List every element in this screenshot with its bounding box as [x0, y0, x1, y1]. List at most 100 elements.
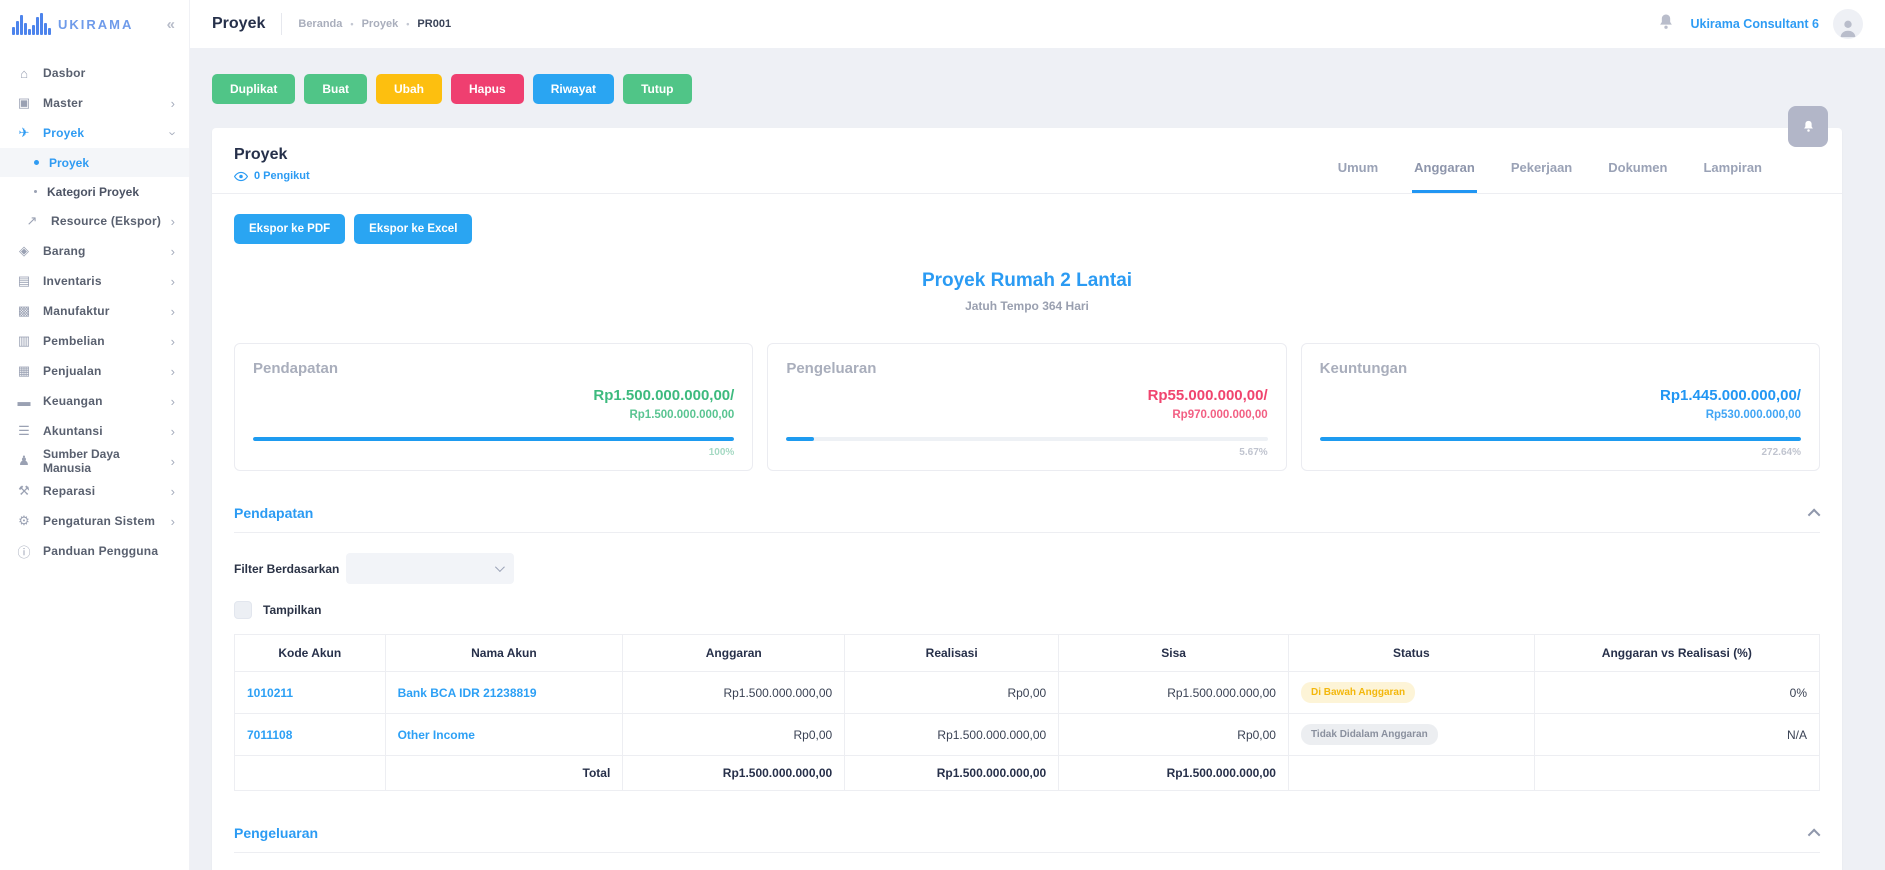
- buat-button[interactable]: Buat: [304, 74, 368, 104]
- tab-dokumen[interactable]: Dokumen: [1606, 146, 1669, 193]
- box-icon: ◈: [19, 243, 29, 258]
- sidebar-subitem-kategori-proyek[interactable]: Kategori Proyek: [0, 177, 189, 206]
- sidebar-item-keuangan[interactable]: ▬ Keuangan ›: [0, 386, 189, 416]
- chevron-right-icon: ›: [170, 303, 175, 319]
- account-code-link[interactable]: 1010211: [234, 671, 386, 714]
- summary-cards: Pendapatan Rp1.500.000.000,00/ Rp1.500.0…: [234, 343, 1820, 471]
- sidebar-collapse-icon[interactable]: «: [167, 16, 175, 33]
- filter-label: Filter Berdasarkan: [234, 561, 340, 576]
- account-code-link[interactable]: 7011108: [234, 713, 386, 756]
- export-excel-button[interactable]: Ekspor ke Excel: [354, 214, 473, 244]
- tutup-button[interactable]: Tutup: [623, 74, 692, 104]
- home-icon: ⌂: [20, 65, 28, 81]
- sidebar-item-sumber-daya-manusia[interactable]: ♟ Sumber Daya Manusia ›: [0, 446, 189, 476]
- sidebar-item-pengaturan-sistem[interactable]: ⚙ Pengaturan Sistem ›: [0, 506, 189, 536]
- chevron-right-icon: ›: [170, 453, 175, 469]
- breadcrumb-current: PR001: [417, 18, 452, 30]
- chevron-down-icon: ›: [165, 130, 181, 136]
- sidebar-item-inventaris[interactable]: ▤ Inventaris ›: [0, 266, 189, 296]
- chevron-right-icon: ›: [170, 95, 175, 111]
- chevron-right-icon: ›: [170, 423, 175, 439]
- gear-icon: ⚙: [18, 513, 30, 528]
- project-panel: Proyek 0 Pengikut Umum Anggaran Pekerjaa…: [212, 106, 1842, 870]
- status-badge: Tidak Didalam Anggaran: [1300, 724, 1438, 745]
- follow-bell-button[interactable]: [1788, 106, 1828, 147]
- avatar[interactable]: [1833, 9, 1863, 39]
- card-percent: 100%: [708, 447, 735, 458]
- bullet-icon: [34, 190, 37, 193]
- card-percent: 272.64%: [1761, 447, 1801, 458]
- card-pendapatan: Pendapatan Rp1.500.000.000,00/ Rp1.500.0…: [234, 343, 754, 471]
- account-name-link[interactable]: Bank BCA IDR 21238819: [384, 671, 624, 714]
- card-pengeluaran: Pengeluaran Rp55.000.000,00/ Rp970.000.0…: [767, 343, 1287, 471]
- sidebar-item-reparasi[interactable]: ⚒ Reparasi ›: [0, 476, 189, 506]
- chevron-right-icon: ›: [170, 513, 175, 529]
- chevron-right-icon: ›: [170, 363, 175, 379]
- card-value: Rp1.500.000.000,00/: [593, 387, 735, 404]
- pendapatan-table: Kode Akun Nama Akun Anggaran Realisasi S…: [234, 634, 1821, 791]
- sidebar-item-master[interactable]: ▣ Master ›: [0, 88, 189, 118]
- page-title: Proyek: [212, 15, 266, 32]
- tab-anggaran[interactable]: Anggaran: [1412, 146, 1477, 193]
- section-title: Pendapatan: [234, 505, 314, 521]
- record-actions: Duplikat Buat Ubah Hapus Riwayat Tutup: [212, 74, 1885, 104]
- info-icon: ⓘ: [17, 544, 31, 560]
- sidebar-item-manufaktur[interactable]: ▩ Manufaktur ›: [0, 296, 189, 326]
- card-value: Rp55.000.000,00/: [1147, 387, 1268, 404]
- sidebar-item-resource-ekspor[interactable]: ↗ Resource (Ekspor) ›: [0, 206, 189, 236]
- breadcrumb: Beranda • Proyek • PR001: [298, 18, 451, 30]
- breadcrumb-beranda[interactable]: Beranda: [298, 18, 342, 30]
- tab-pekerjaan[interactable]: Pekerjaan: [1509, 146, 1574, 193]
- section-pengeluaran: Pengeluaran Filter Berdasarkan Tampilkan…: [234, 825, 1821, 870]
- breadcrumb-proyek[interactable]: Proyek: [362, 18, 399, 30]
- factory-icon: ▩: [17, 303, 31, 318]
- hapus-button[interactable]: Hapus: [451, 74, 524, 104]
- tab-umum[interactable]: Umum: [1336, 146, 1380, 193]
- notification-bell-icon[interactable]: [1656, 12, 1676, 37]
- person-icon: ♟: [18, 453, 30, 468]
- followers[interactable]: 0 Pengikut: [234, 170, 310, 182]
- sidebar-item-pembelian[interactable]: ▥ Pembelian ›: [0, 326, 189, 356]
- eye-icon: [234, 171, 248, 181]
- collapse-chevron-icon[interactable]: [1807, 828, 1821, 841]
- sidebar-item-proyek[interactable]: ✈ Proyek ›: [0, 118, 189, 148]
- inventory-icon: ▤: [17, 273, 31, 288]
- sidebar-item-barang[interactable]: ◈ Barang ›: [0, 236, 189, 266]
- panel-title: Proyek: [234, 146, 288, 163]
- brand-name: UKIRAMA: [58, 16, 134, 32]
- riwayat-button[interactable]: Riwayat: [532, 74, 615, 104]
- progress-bar: [253, 437, 735, 441]
- card-value: Rp1.445.000.000,00/: [1660, 387, 1801, 404]
- table-total-row: Total Rp1.500.000.000,00 Rp1.500.000.000…: [234, 755, 1821, 791]
- collapse-chevron-icon[interactable]: [1807, 508, 1821, 521]
- credit-card-icon: ▬: [17, 393, 31, 409]
- sidebar-item-akuntansi[interactable]: ☰ Akuntansi ›: [0, 416, 189, 446]
- tampilkan-checkbox[interactable]: [234, 601, 252, 619]
- sidebar-item-dasbor[interactable]: ⌂ Dasbor: [0, 58, 189, 88]
- cart-icon: ▥: [17, 333, 31, 348]
- filter-select[interactable]: [346, 553, 514, 584]
- duplikat-button[interactable]: Duplikat: [212, 74, 296, 104]
- export-pdf-button[interactable]: Ekspor ke PDF: [234, 214, 346, 244]
- sidebar-item-panduan-pengguna[interactable]: ⓘ Panduan Pengguna: [0, 536, 189, 566]
- ubah-button[interactable]: Ubah: [376, 74, 443, 104]
- sidebar-subitem-proyek[interactable]: Proyek: [0, 148, 189, 177]
- chevron-down-icon: [494, 562, 505, 573]
- chevron-right-icon: ›: [170, 213, 175, 229]
- sidebar-item-penjualan[interactable]: ▦ Penjualan ›: [0, 356, 189, 386]
- chevron-right-icon: ›: [170, 243, 175, 259]
- card-keuntungan: Keuntungan Rp1.445.000.000,00/ Rp530.000…: [1300, 343, 1820, 471]
- progress-bar: [1319, 437, 1801, 441]
- chevron-right-icon: ›: [170, 273, 175, 289]
- card-subvalue: Rp530.000.000,00: [1705, 409, 1801, 421]
- panel-tabs: Umum Anggaran Pekerjaan Dokumen Lampiran: [1336, 146, 1820, 193]
- chevron-right-icon: ›: [170, 333, 175, 349]
- chevron-right-icon: ›: [170, 393, 175, 409]
- user-name[interactable]: Ukirama Consultant 6: [1690, 17, 1819, 31]
- chevron-right-icon: ›: [170, 483, 175, 499]
- divider: [212, 193, 1842, 194]
- account-name-link[interactable]: Other Income: [384, 713, 624, 756]
- card-subvalue: Rp970.000.000,00: [1172, 409, 1268, 421]
- tab-lampiran[interactable]: Lampiran: [1701, 146, 1764, 193]
- main-content: Duplikat Buat Ubah Hapus Riwayat Tutup P…: [190, 0, 1885, 870]
